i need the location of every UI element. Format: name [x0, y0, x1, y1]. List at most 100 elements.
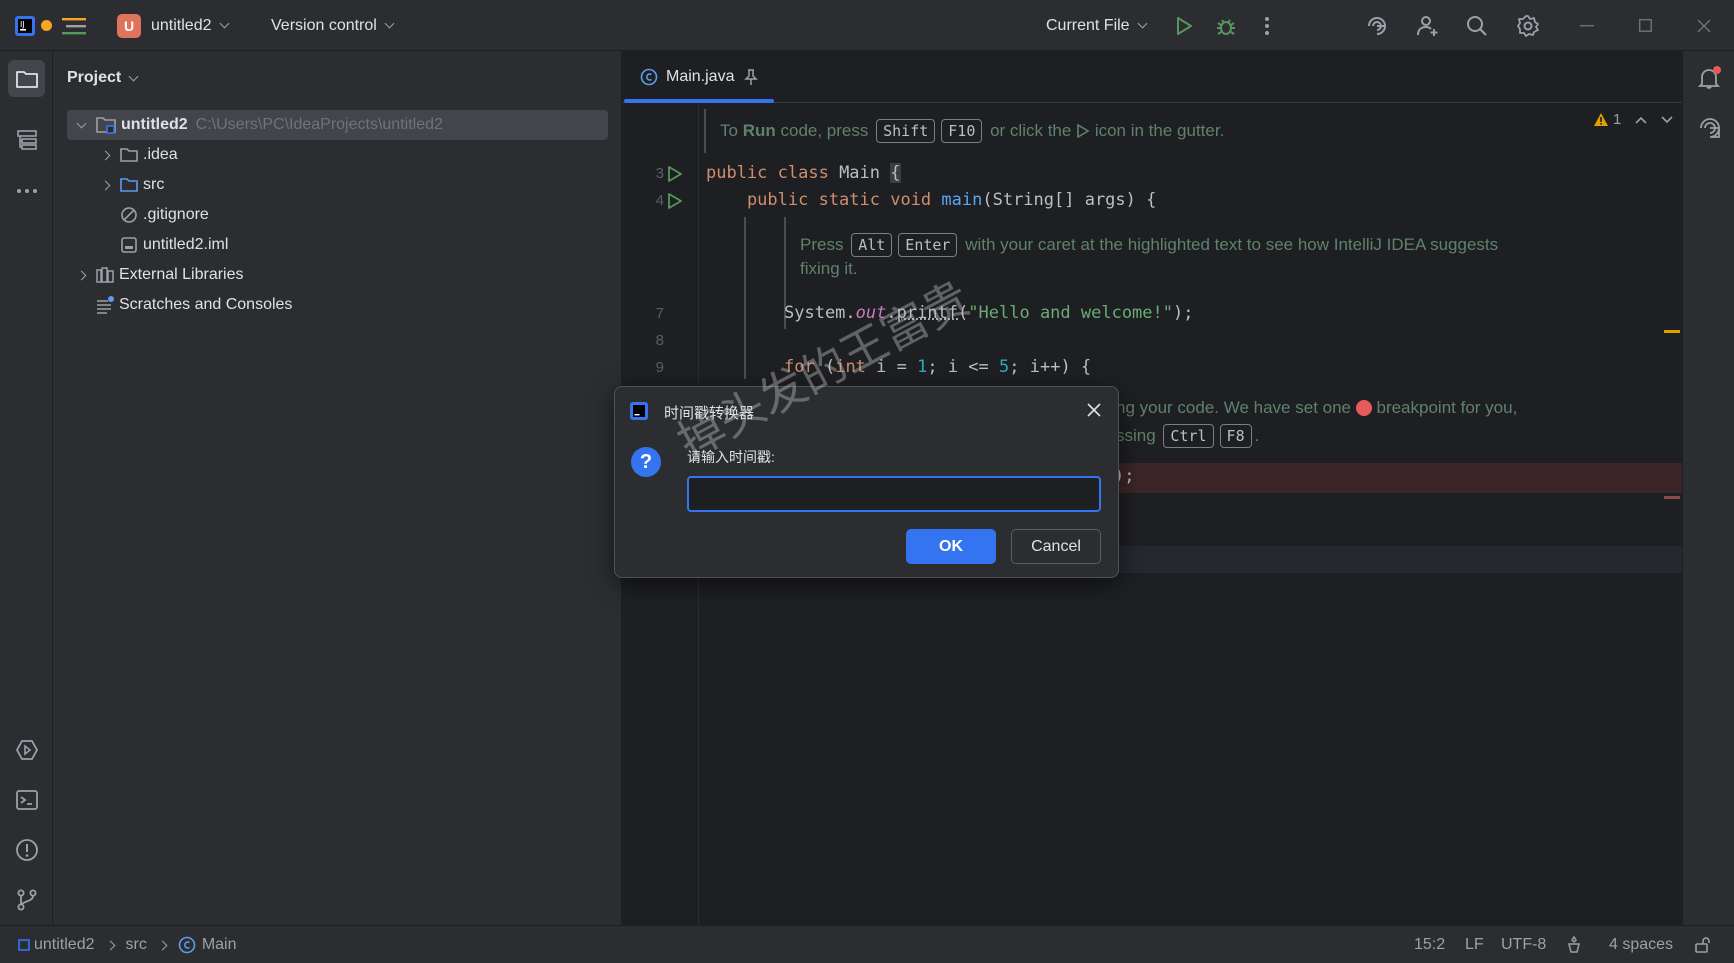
question-icon: ?	[631, 447, 661, 477]
tab-main-java[interactable]: Main.java	[622, 51, 772, 103]
tab-label: Main.java	[666, 68, 734, 86]
ignored-file-icon	[119, 205, 139, 225]
tree-item-src[interactable]: src	[91, 170, 164, 200]
tree-item-external-libraries[interactable]: External Libraries	[67, 260, 244, 290]
minimize-icon[interactable]	[1558, 0, 1616, 51]
problems-tool-button[interactable]	[8, 831, 45, 868]
breadcrumb-item-untitled2[interactable]: untitled2	[34, 936, 95, 954]
more-tools-button[interactable]	[8, 172, 45, 209]
key-f8: F8	[1220, 424, 1252, 448]
search-icon[interactable]	[1466, 0, 1488, 51]
inspection-profile-icon[interactable]	[1566, 926, 1582, 963]
run-gutter-icon[interactable]	[667, 192, 683, 210]
java-class-icon	[178, 936, 196, 954]
pin-icon[interactable]	[744, 68, 758, 86]
tree-item-label: External Libraries	[119, 266, 244, 284]
intellij-logo-icon	[629, 401, 649, 425]
library-icon	[95, 265, 115, 285]
tree-item-label: .gitignore	[143, 206, 209, 224]
warning-icon	[1593, 112, 1609, 127]
code-line-7[interactable]: System.out.printf("Hello and welcome!");	[784, 303, 1193, 323]
source-folder-icon	[119, 176, 139, 194]
dialog-title: 时间戳转换器	[664, 402, 754, 423]
project-badge: U	[117, 14, 141, 38]
project-selector[interactable]: U untitled2	[117, 0, 228, 51]
timestamp-input[interactable]	[687, 476, 1101, 512]
line-number: 9	[644, 359, 664, 376]
debug-icon[interactable]	[1215, 0, 1237, 51]
line-number: 7	[644, 305, 664, 322]
doc-comment-line-2: fixing it.	[800, 259, 858, 279]
chevron-up-icon[interactable]	[1635, 116, 1647, 124]
line-number: 3	[644, 165, 664, 182]
code-line-9[interactable]: for (int i = 1; i <= 5; i++) {	[784, 357, 1091, 377]
inspection-widget[interactable]: 1	[1593, 111, 1673, 128]
line-separator[interactable]: LF	[1465, 926, 1484, 963]
project-tool-button[interactable]	[8, 60, 45, 97]
chevron-down-icon	[1137, 19, 1147, 29]
structure-tool-button[interactable]	[8, 121, 45, 158]
more-icon[interactable]	[1264, 0, 1270, 51]
breadcrumb-item-src[interactable]: src	[126, 936, 147, 954]
caret-position[interactable]: 15:2	[1414, 926, 1445, 963]
intellij-logo-icon[interactable]: IJ	[14, 0, 36, 51]
version-control-menu[interactable]: Version control	[271, 0, 393, 51]
run-icon[interactable]	[1174, 0, 1194, 51]
doc-comment-alt-enter-hint: Press Alt Enter with your caret at the hi…	[800, 233, 1498, 257]
terminal-tool-button[interactable]	[8, 781, 45, 818]
ai-assistant-icon[interactable]	[1365, 0, 1389, 51]
dialog-prompt: 请输入时间戳:	[687, 447, 775, 467]
chevron-right-icon	[100, 150, 110, 160]
project-panel-title[interactable]: Project	[67, 69, 137, 87]
chevron-down-icon	[76, 118, 86, 128]
indent-setting[interactable]: 4 spaces	[1609, 926, 1673, 963]
key-alt: Alt	[851, 233, 892, 257]
maximize-icon[interactable]	[1616, 0, 1674, 51]
terminal-icon	[15, 789, 39, 811]
tree-item-gitignore[interactable]: .gitignore	[119, 200, 209, 230]
run-config-label: Current File	[1046, 17, 1130, 35]
tree-item-label: .idea	[143, 146, 178, 164]
lock-icon[interactable]	[1694, 926, 1712, 963]
module-file-icon	[119, 235, 139, 255]
git-tool-button[interactable]	[8, 881, 45, 918]
close-icon[interactable]	[1087, 403, 1101, 421]
tree-item-idea[interactable]: .idea	[91, 140, 178, 170]
settings-icon[interactable]	[1516, 0, 1540, 51]
file-encoding[interactable]: UTF-8	[1501, 926, 1546, 963]
code-line-3[interactable]: public class Main {	[706, 163, 901, 183]
tree-item-label: src	[143, 176, 164, 194]
breakpoint-scroll-marker[interactable]	[1664, 496, 1680, 499]
notifications-icon[interactable]	[1697, 65, 1723, 95]
services-icon	[15, 738, 39, 762]
run-gutter-icon[interactable]	[667, 165, 683, 183]
services-tool-button[interactable]	[8, 731, 45, 768]
tree-item-iml[interactable]: untitled2.iml	[119, 230, 228, 260]
module-icon	[18, 939, 30, 951]
cancel-button[interactable]: Cancel	[1011, 529, 1101, 564]
chevron-right-icon	[157, 940, 167, 950]
ok-button[interactable]: OK	[906, 529, 996, 564]
breadcrumb-item-main[interactable]: Main	[202, 936, 237, 954]
key-f10: F10	[941, 119, 982, 143]
run-config-selector[interactable]: Current File	[1046, 0, 1146, 51]
key-ctrl: Ctrl	[1163, 424, 1213, 448]
breadcrumb: untitled2 src Main	[18, 926, 237, 963]
chevron-down-icon[interactable]	[1661, 116, 1673, 124]
tree-item-scratches[interactable]: Scratches and Consoles	[95, 290, 292, 320]
add-user-icon[interactable]	[1416, 0, 1440, 51]
tree-item-root[interactable]: untitled2 C:\Users\PC\IdeaProjects\untit…	[67, 110, 608, 140]
ai-chat-icon[interactable]	[1697, 115, 1723, 145]
java-class-icon	[640, 68, 658, 86]
hamburger-menu-icon[interactable]	[62, 0, 86, 51]
active-tab-indicator	[624, 99, 774, 103]
chevron-down-icon	[384, 19, 394, 29]
code-line-4[interactable]: public static void main(String[] args) {	[706, 190, 1156, 210]
more-horizontal-icon	[16, 188, 38, 194]
warning-count: 1	[1613, 111, 1621, 128]
right-tool-strip	[1682, 51, 1734, 925]
key-shift: Shift	[876, 119, 935, 143]
warning-scroll-marker[interactable]	[1664, 330, 1680, 333]
close-icon[interactable]	[1675, 0, 1733, 51]
timestamp-converter-dialog: 时间戳转换器 ? 请输入时间戳: OK Cancel	[614, 386, 1119, 578]
